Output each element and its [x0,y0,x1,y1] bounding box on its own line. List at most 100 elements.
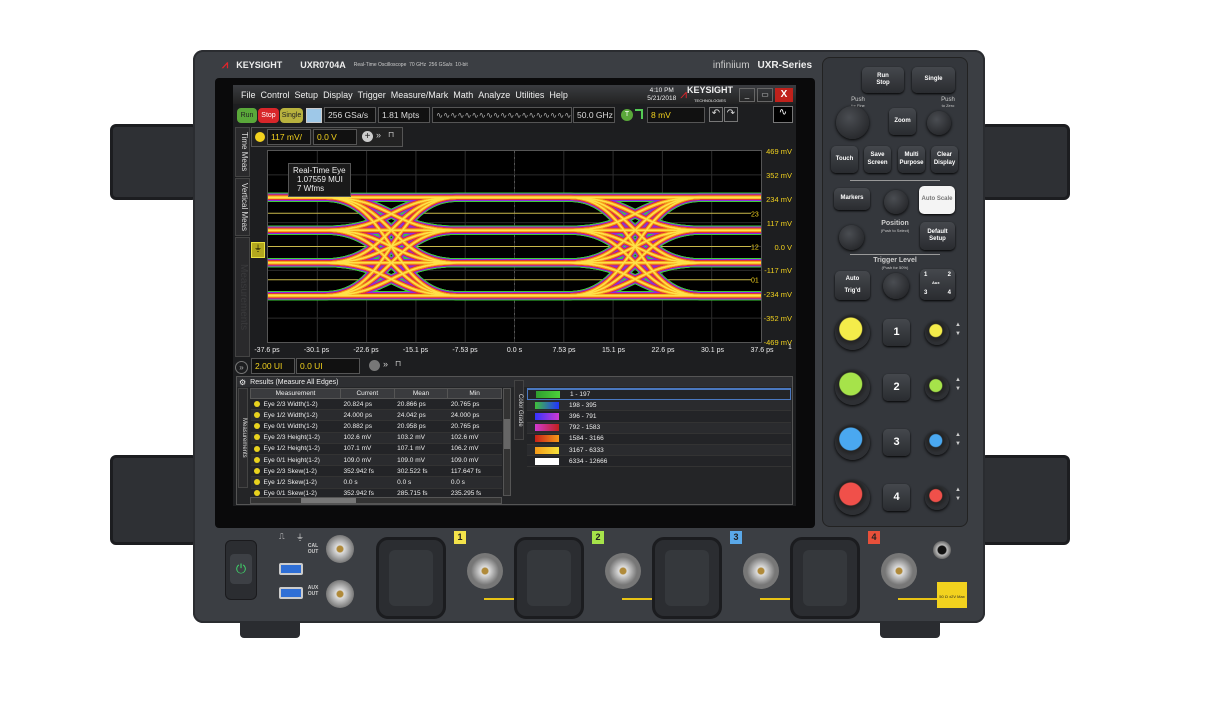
waveform-tools-button[interactable]: ∿ [773,106,793,123]
channel-4-input-connector[interactable] [881,553,917,589]
run-stop-key[interactable]: RunStop [862,67,904,93]
horizontal-settings-icon[interactable] [369,360,380,371]
waveform-display[interactable]: 231201 Real-Time Eye 1.07559 MUI 7 Wfms [267,150,762,343]
channel-3-key[interactable]: 3 [883,429,910,456]
table-row[interactable]: Eye 1/2 Width(1-2)24.000 ps24.042 ps24.0… [251,410,502,421]
horizontal-position-knob[interactable] [927,111,951,135]
expand-icon[interactable]: » [383,359,388,369]
menu-utilities[interactable]: Utilities [515,90,544,100]
timebase-overview[interactable]: ∿∿∿∿∿∿∿∿∿∿∿∿∿∿∿∿∿∿∿∿ [432,107,572,123]
trigger-mode-key[interactable]: AutoTrig'd [835,271,870,300]
table-row[interactable]: Eye 0/1 Height(1-2)109.0 mV109.0 mV109.0… [251,454,502,465]
column-min[interactable]: Min [448,389,502,399]
menu-help[interactable]: Help [549,90,568,100]
menu-file[interactable]: File [241,90,256,100]
auto-scale-key[interactable]: Auto Scale [919,186,955,214]
channel-1-scale-knob[interactable] [835,315,870,350]
sample-rate-field[interactable]: 256 GSa/s [324,107,376,123]
power-button[interactable]: ⏻ [225,540,257,600]
mean-value: 20.866 ps [394,399,448,410]
min-value: 117.647 fs [448,466,502,477]
ground-marker-icon[interactable]: ⏚ [251,242,265,258]
timebase-scale-field[interactable]: 2.00 UI [251,358,295,374]
channel-1-input-connector[interactable] [467,553,503,589]
channel-4-offset-knob[interactable] [925,486,949,510]
vertical-scrollbar[interactable] [503,388,511,496]
cal-out-connector[interactable] [326,535,354,563]
table-row[interactable]: Eye 1/2 Skew(1-2)0.0 s0.0 s0.0 s [251,477,502,488]
minimize-button[interactable]: _ [739,88,755,102]
tab-color-grade[interactable]: Color Grade [514,380,524,440]
trigger-source-key[interactable]: 1 2 Aux 3 4 [920,269,955,300]
memory-depth-field[interactable]: 1.81 Mpts [378,107,430,123]
channel-4-scale-knob[interactable] [835,480,870,515]
single-key[interactable]: Single [912,67,955,93]
channel-1-icon[interactable] [255,132,265,142]
table-row[interactable]: Eye 0/1 Width(1-2)20.882 ps20.958 ps20.7… [251,421,502,432]
channel-2-offset-knob[interactable] [925,376,949,400]
table-row[interactable]: Eye 2/3 Height(1-2)102.6 mV103.2 mV102.6… [251,432,502,443]
channel-1-key[interactable]: 1 [883,319,910,346]
settings-gear-icon[interactable]: ⚙ [239,378,246,387]
channel-3-offset-knob[interactable] [925,431,949,455]
column-measurement[interactable]: Measurement [251,389,341,399]
tab-measurements-results[interactable]: Measurements [238,388,248,488]
column-mean[interactable]: Mean [394,389,448,399]
horizontal-scale-knob[interactable] [836,106,869,139]
horizontal-scrollbar[interactable] [250,497,502,504]
redo-button[interactable]: ↷ [724,107,738,122]
add-channel-icon[interactable]: + [362,131,373,142]
clear-display-key[interactable]: Clear Display [931,146,958,173]
maximize-button[interactable]: ▭ [757,88,773,102]
keysight-logo-icon: ⩘ [222,59,228,72]
tab-measurements[interactable]: Measurements [235,237,250,357]
undo-button[interactable]: ↶ [709,107,723,122]
multi-purpose-key[interactable]: Multi Purpose [898,146,925,173]
table-row[interactable]: Eye 1/2 Height(1-2)107.1 mV107.1 mV106.2… [251,443,502,454]
channel-scale-field[interactable]: 117 mV/ [267,129,311,145]
channel-4-key[interactable]: 4 [883,484,910,511]
expand-icon[interactable]: » [376,130,381,140]
tab-time-meas[interactable]: Time Meas [235,127,250,177]
bandwidth-field[interactable]: 50.0 GHz [573,107,615,123]
table-row[interactable]: Eye 2/3 Width(1-2)20.824 ps20.866 ps20.7… [251,399,502,410]
pin-icon[interactable]: ⊓ [395,359,401,368]
pin-icon[interactable]: ⊓ [388,130,394,139]
zoom-key[interactable]: Zoom [889,108,916,135]
menu-control[interactable]: Control [261,90,290,100]
channel-3-input-connector[interactable] [743,553,779,589]
menu-analyze[interactable]: Analyze [478,90,510,100]
channel-1-offset-knob[interactable] [925,321,949,345]
channel-offset-field[interactable]: 0.0 V [313,129,357,145]
channel-2-input-connector[interactable] [605,553,641,589]
trigger-level-field[interactable]: 8 mV [647,107,705,123]
channel-3-scale-knob[interactable] [835,425,870,460]
stop-button[interactable]: Stop [258,108,279,123]
aux-out-connector[interactable] [326,580,354,608]
table-row[interactable]: Eye 2/3 Skew(1-2)352.942 fs302.522 fs117… [251,466,502,477]
channel-2-scale-knob[interactable] [835,370,870,405]
menu-math[interactable]: Math [453,90,473,100]
menu-trigger[interactable]: Trigger [358,90,386,100]
single-button[interactable]: Single [280,108,303,123]
close-button[interactable]: X [775,88,793,102]
markers-key[interactable]: Markers [834,188,870,210]
default-setup-key[interactable]: Default Setup [920,222,955,250]
position-knob[interactable] [839,225,864,250]
acquisition-icon[interactable] [306,108,322,123]
cell-text: 20.958 ps [397,423,426,430]
trigger-icon[interactable]: T [621,109,633,121]
menu-setup[interactable]: Setup [295,90,319,100]
menu-display[interactable]: Display [323,90,353,100]
touch-key[interactable]: Touch [831,146,858,173]
save-screen-key[interactable]: Save Screen [864,146,891,173]
tab-vertical-meas[interactable]: Vertical Meas [235,178,250,236]
run-button[interactable]: Run [237,108,257,123]
expand-panel-icon[interactable]: » [235,361,248,374]
menu-measure-mark[interactable]: Measure/Mark [391,90,449,100]
column-current[interactable]: Current [341,389,395,399]
timebase-position-field[interactable]: 0.0 UI [296,358,360,374]
trigger-level-knob[interactable] [883,273,909,299]
marker-knob[interactable] [884,190,908,214]
channel-2-key[interactable]: 2 [883,374,910,401]
